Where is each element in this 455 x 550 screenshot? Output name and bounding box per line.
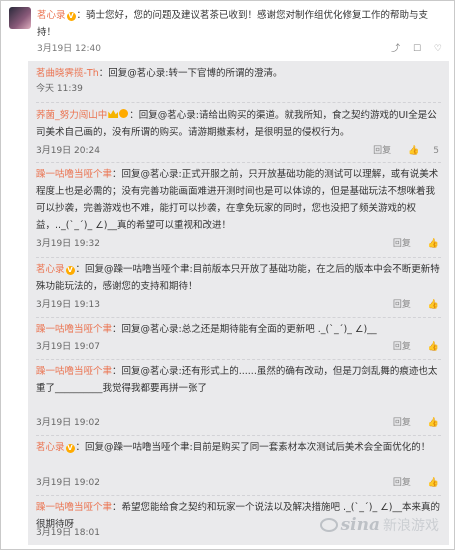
list-item: 茗曲晓霁揽-Th：回复@茗心录:转一下官博的所谓的澄清。: [28, 65, 449, 82]
thumb-up-icon[interactable]: 👍: [428, 239, 439, 249]
verified-badge-icon: [119, 109, 129, 118]
comment-text: ：回复@躁一咕噜当哑个聿:目前版本只开放了基础功能，在之后的版本中会不断更新特殊…: [36, 264, 440, 292]
comment-tools: 回复 👍: [379, 339, 439, 356]
watermark-text: 新浪游戏: [383, 518, 439, 534]
comment-text: ：回复@躁一咕噜当哑个聿:目前是购买了同一套素材本次测试后美术会全面优化的！: [75, 442, 431, 453]
divider: [36, 317, 441, 318]
reply-button[interactable]: 回复: [393, 418, 411, 428]
list-item: 荞菌_努力闯山中 ：回复@茗心录:请给出购买的渠道。就我所知，食之契约游戏的UI全…: [28, 107, 449, 141]
thumb-up-icon[interactable]: 👍: [428, 418, 439, 428]
list-item: 躁一咕噜当哑个聿：回复@茗心录:总之还是期待能有全面的更新吧 ._(`_´)_ …: [28, 321, 449, 338]
divider: [36, 102, 441, 103]
timestamp: 3月19日 19:07: [36, 342, 100, 352]
reply-button[interactable]: 回复: [393, 239, 411, 249]
author-name[interactable]: 茗心录: [36, 264, 65, 275]
post-actions: ⤴ ☐ ♡: [381, 41, 442, 54]
forward-icon[interactable]: ⤴: [391, 44, 400, 54]
author-name[interactable]: 躁一咕噜当哑个聿: [36, 366, 112, 377]
watermark-brand: sina: [340, 515, 380, 535]
divider: [36, 435, 441, 436]
divider: [36, 162, 441, 163]
avatar[interactable]: [9, 7, 31, 29]
comment-tools: 回复 👍: [379, 236, 439, 253]
comment-tools: 回复 👍: [379, 297, 439, 314]
crown-icon: [108, 110, 119, 118]
author-name[interactable]: 荞菌_努力闯山中: [36, 110, 107, 121]
divider: [36, 359, 441, 360]
timestamp: 今天 11:39: [36, 84, 83, 94]
divider: [36, 257, 441, 258]
author-name[interactable]: 躁一咕噜当哑个聿: [36, 169, 112, 180]
reply-button[interactable]: 回复: [393, 300, 411, 310]
comment-text: ：骑士您好，您的问题及建议茗茶已收到！感谢您对制作组优化修复工作的帮助与支持！: [37, 10, 429, 38]
comment-tools: 回复 👍: [379, 415, 439, 432]
author-name[interactable]: 茗心录: [37, 10, 66, 21]
divider: [36, 495, 441, 496]
timestamp: 3月19日 19:13: [36, 300, 100, 310]
like-count: 5: [433, 146, 439, 156]
timestamp: 3月19日 19:02: [36, 478, 100, 488]
like-icon[interactable]: ♡: [434, 44, 442, 54]
author-name[interactable]: 躁一咕噜当哑个聿: [36, 324, 112, 335]
timestamp: 3月19日 18:01: [36, 528, 100, 538]
timestamp: 3月19日 12:40: [37, 44, 101, 54]
sina-games-watermark: sina 新浪游戏: [319, 515, 439, 535]
comment-text: ：回复@茗心录:总之还是期待能有全面的更新吧 ._(`_´)_ ∠)__: [112, 324, 377, 335]
verified-badge-icon: V: [65, 444, 75, 453]
author-name[interactable]: 躁一咕噜当哑个聿: [36, 502, 112, 513]
comment-tools: 回复 👍: [379, 475, 439, 492]
list-item: 茗心录 V ：回复@躁一咕噜当哑个聿:目前是购买了同一套素材本次测试后美术会全面优化…: [28, 439, 449, 456]
comment-text: ：回复@茗心录:转一下官博的所谓的澄清。: [98, 68, 283, 79]
timestamp: 3月19日 19:32: [36, 239, 100, 249]
timestamp: 3月19日 20:24: [36, 146, 100, 156]
thumb-up-icon[interactable]: 👍: [408, 146, 419, 156]
verified-badge-icon: V: [66, 12, 76, 21]
reply-button[interactable]: 回复: [393, 342, 411, 352]
author-name[interactable]: 茗曲晓霁揽-Th: [36, 68, 99, 79]
list-item: 茗心录 V ：回复@躁一咕噜当哑个聿:目前版本只开放了基础功能，在之后的版本中会不断…: [28, 261, 449, 295]
sina-eye-logo-icon: [319, 518, 338, 532]
original-comment: 茗心录 V ：骑士您好，您的问题及建议茗茶已收到！感谢您对制作组优化修复工作的帮助与…: [1, 1, 454, 61]
reply-button[interactable]: 回复: [393, 478, 411, 488]
comment-icon[interactable]: ☐: [413, 44, 421, 54]
list-item: 躁一咕噜当哑个聿：回复@茗心录:正式开服之前，只开放基础功能的测试可以理解，或有…: [28, 166, 449, 234]
verified-badge-icon: V: [65, 266, 75, 275]
reply-button[interactable]: 回复: [373, 146, 391, 156]
author-name[interactable]: 茗心录: [36, 442, 65, 453]
list-item: 躁一咕噜当哑个聿：回复@茗心录:还有形式上的......虽然的确有改动，但是刀剑…: [28, 363, 449, 397]
reply-list: 茗曲晓霁揽-Th：回复@茗心录:转一下官博的所谓的澄清。 今天 11:39 荞菌…: [28, 61, 449, 545]
comment-body: 茗心录 V ：骑士您好，您的问题及建议茗茶已收到！感谢您对制作组优化修复工作的帮助与…: [37, 7, 447, 41]
timestamp: 3月19日 19:02: [36, 418, 100, 428]
thumb-up-icon[interactable]: 👍: [428, 342, 439, 352]
thumb-up-icon[interactable]: 👍: [428, 478, 439, 488]
comment-tools: 回复 👍 5: [359, 143, 439, 160]
thumb-up-icon[interactable]: 👍: [428, 300, 439, 310]
weibo-comment-panel: 茗心录 V ：骑士您好，您的问题及建议茗茶已收到！感谢您对制作组优化修复工作的帮助与…: [0, 0, 455, 550]
